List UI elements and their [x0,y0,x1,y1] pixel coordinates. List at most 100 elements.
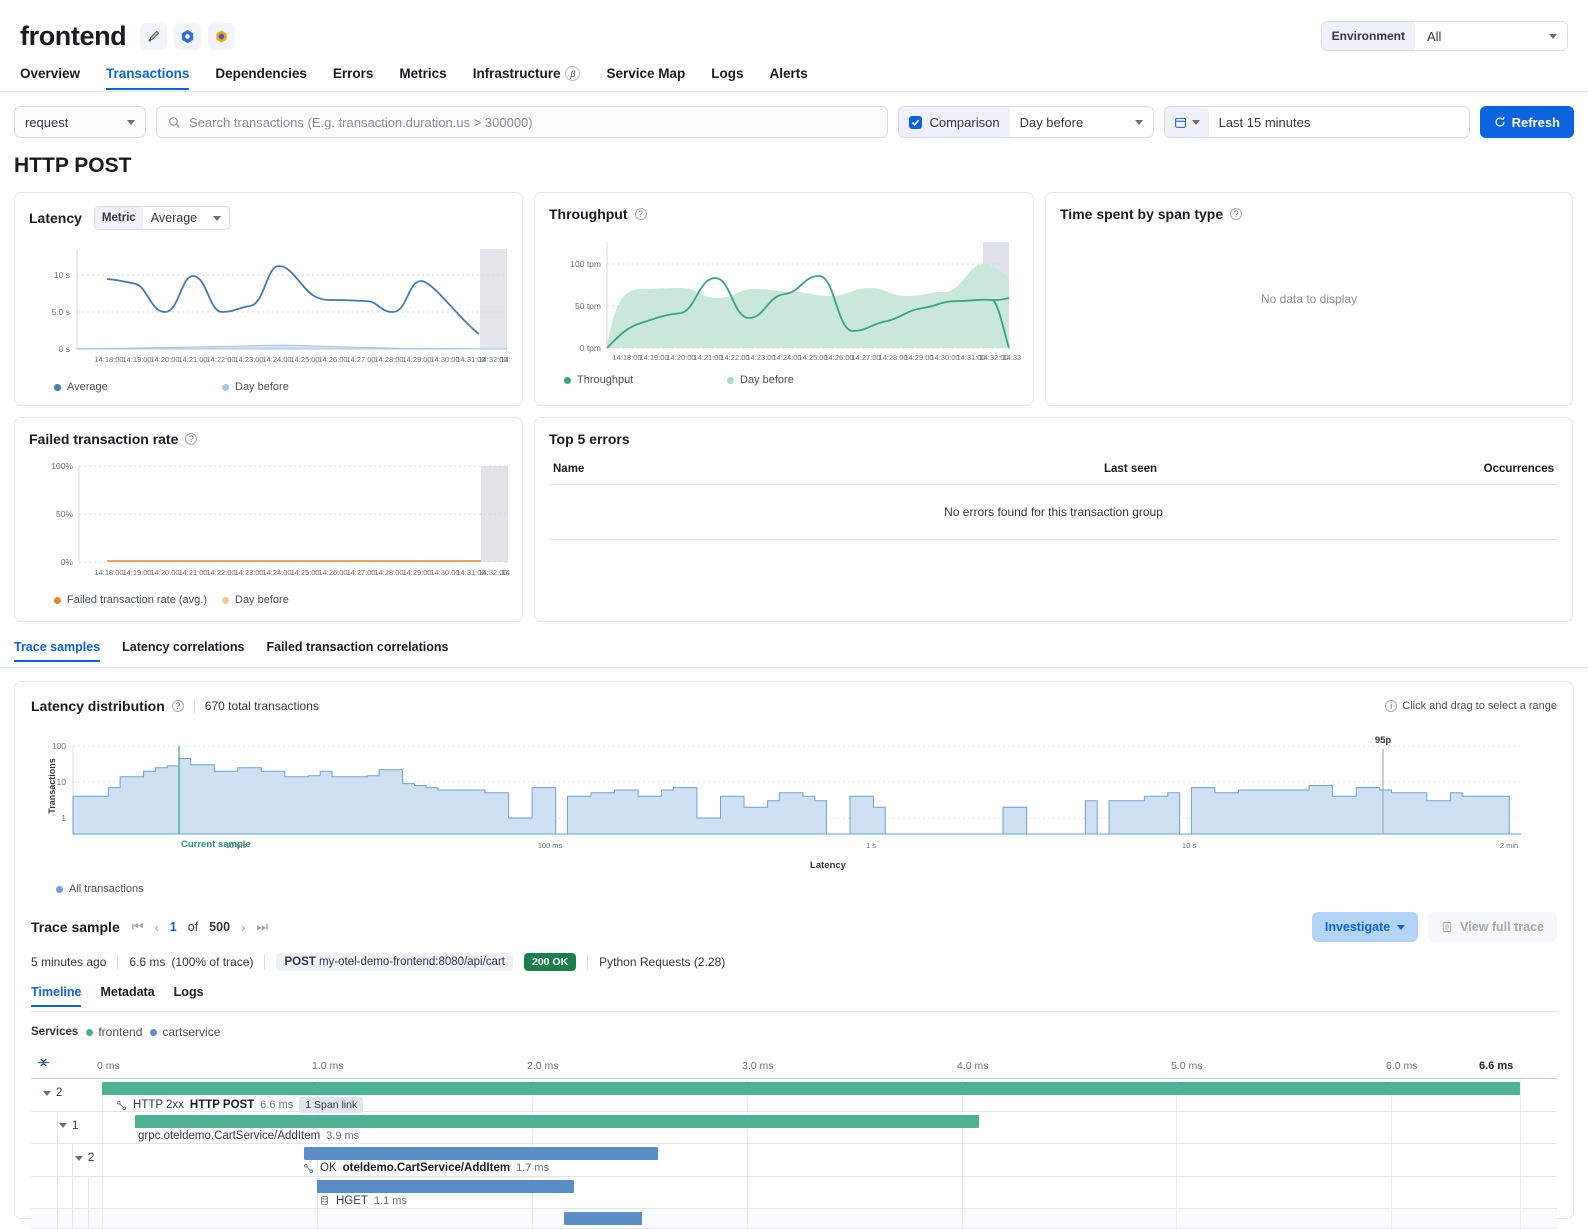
chevron-down-icon [75,1156,83,1161]
svg-text:14:18:00: 14:18:00 [612,353,641,362]
divider [117,955,118,970]
svg-text:14:20:00: 14:20:00 [150,568,179,577]
tab-metadata[interactable]: Metadata [100,985,154,1007]
tab-service-map[interactable]: Service Map [606,66,685,90]
latency-distribution-header: Latency distribution ? 670 total transac… [31,698,1557,714]
span-bar[interactable] [135,1115,979,1128]
time-spent-title-wrap: Time spent by span type ? [1060,206,1558,222]
span-prefix: HTTP 2xx [133,1099,184,1111]
trace-url-chip[interactable]: POST my-otel-demo-frontend:8080/api/cart [276,953,513,971]
axis-tick: 3.0 ms [742,1060,774,1072]
calendar-button[interactable] [1165,107,1209,137]
span-bar[interactable] [564,1212,642,1225]
next-page-button[interactable]: › [241,920,245,935]
tab-dependencies[interactable]: Dependencies [215,66,307,90]
help-icon[interactable]: ? [185,433,197,445]
latency-distribution-chart[interactable]: 100 10 1 Transactions Current sample 95p… [31,731,1551,881]
latency-metric-select[interactable]: Metric Average [94,206,230,230]
comparison-toggle[interactable]: Comparison [899,107,1009,137]
page-title: HTTP POST [0,138,1588,178]
svg-text:14:29:00: 14:29:00 [402,568,431,577]
comparison-control[interactable]: Comparison Day before [898,106,1153,138]
span-bar[interactable] [304,1147,658,1160]
row-expand-toggle[interactable]: 2 [75,1152,94,1164]
help-icon[interactable]: ? [172,700,184,712]
svg-text:14:25:00: 14:25:00 [798,353,827,362]
time-range-value[interactable]: Last 15 minutes [1209,115,1321,130]
subtab-latency-correlations[interactable]: Latency correlations [122,640,244,662]
view-full-trace-button[interactable]: View full trace [1428,912,1557,942]
legend-item[interactable]: Average [54,381,222,393]
waterfall-row[interactable] [31,1209,1557,1229]
first-page-button[interactable]: ⏮ [132,919,144,935]
span-duration: 1.7 ms [516,1162,549,1174]
time-range-picker[interactable]: Last 15 minutes [1164,106,1470,138]
apm-agent-icon[interactable] [140,23,167,50]
legend-item[interactable]: Day before [222,594,289,606]
tab-label: Transactions [106,66,189,81]
help-icon[interactable]: ? [1230,208,1242,220]
tab-metrics[interactable]: Metrics [399,66,446,90]
latency-chart[interactable]: 10 s 5.0 s 0 s 14:18:00 14:19:00 14:20:0… [29,244,510,372]
legend-item[interactable]: All transactions [56,883,144,895]
legend-item[interactable]: Day before [222,381,289,393]
apm-transactions-page: frontend Environment All Overview Transa… [0,0,1588,1193]
row-expand-toggle[interactable]: 1 [59,1120,78,1132]
svg-text:14:21:00: 14:21:00 [178,355,207,364]
axis-tick: 2.0 ms [527,1060,559,1072]
comparison-select[interactable]: Day before [1010,115,1153,130]
span-bar[interactable] [317,1180,574,1193]
tab-trace-logs[interactable]: Logs [174,985,204,1007]
waterfall-row[interactable]: 2 OK oteldemo.CartService/AddItem 1.7 ms [31,1144,1557,1177]
info-icon: i [1385,700,1397,712]
tab-label: Overview [20,66,80,81]
tab-logs[interactable]: Logs [711,66,743,90]
waterfall-row[interactable]: 2 HTTP 2xx HTTP POST 6.6 ms 1 Span link [31,1079,1557,1112]
investigate-button[interactable]: Investigate [1312,912,1418,942]
legend-item[interactable]: Failed transaction rate (avg.) [54,594,222,606]
comparison-checkbox[interactable] [909,116,922,129]
tab-infrastructure[interactable]: Infrastructure β [473,66,581,90]
column-occurrences[interactable]: Occurrences [1464,463,1554,475]
tab-overview[interactable]: Overview [20,66,80,90]
column-name[interactable]: Name [553,463,1104,475]
axis-tick: 1.0 ms [312,1060,344,1072]
legend-item[interactable]: Day before [727,374,794,386]
throughput-chart[interactable]: 100 tpm 50 tpm 0 tpm 14:18:00 14:19:00 1… [549,236,1021,368]
trace-url-method: POST [284,956,315,968]
failed-rate-panel: Failed transaction rate ? 100% 50% 0% 14… [14,417,523,622]
legend-item[interactable]: Throughput [564,374,727,386]
environment-selector[interactable]: Environment All [1321,21,1568,51]
tab-timeline[interactable]: Timeline [31,985,81,1007]
tab-alerts[interactable]: Alerts [770,66,808,90]
search-input[interactable]: Search transactions (E.g. transaction.du… [156,106,888,138]
collapse-all-icon[interactable] [36,1055,51,1073]
request-type-select[interactable]: request [14,106,146,138]
environment-value-wrap[interactable]: All [1415,29,1567,44]
opentelemetry-icon[interactable] [208,23,235,50]
legend-dot-icon [564,377,571,384]
prev-page-button[interactable]: ‹ [154,920,158,935]
tab-errors[interactable]: Errors [333,66,374,90]
kubernetes-icon[interactable] [174,23,201,50]
column-last-seen[interactable]: Last seen [1104,463,1464,475]
current-page: 1 [170,920,177,934]
latency-title: Latency [29,210,82,226]
latency-panel: Latency Metric Average 10 s 5.0 s 0 s [14,192,523,406]
metric-value-wrap[interactable]: Average [143,211,229,225]
help-icon[interactable]: ? [635,208,647,220]
svg-text:14:20:00: 14:20:00 [666,353,695,362]
refresh-button[interactable]: Refresh [1480,106,1574,138]
tab-transactions[interactable]: Transactions [106,66,189,90]
waterfall-row[interactable]: 1 grpc.oteldemo.CartService/AddItem 3.9 … [31,1112,1557,1145]
span-bar[interactable] [102,1082,1520,1095]
refresh-label: Refresh [1512,115,1560,130]
subtab-failed-transaction-correlations[interactable]: Failed transaction correlations [266,640,448,662]
svg-text:14:21:00: 14:21:00 [178,568,207,577]
failed-rate-chart[interactable]: 100% 50% 0% 14:18:00 14:19:00 14:20:00 1… [29,461,510,586]
row-expand-toggle[interactable]: 2 [43,1087,62,1099]
svg-text:14:33:00: 14:33:00 [501,568,510,577]
subtab-trace-samples[interactable]: Trace samples [14,640,100,662]
last-page-button[interactable]: ⏭ [256,919,268,935]
span-icon [303,1163,314,1174]
